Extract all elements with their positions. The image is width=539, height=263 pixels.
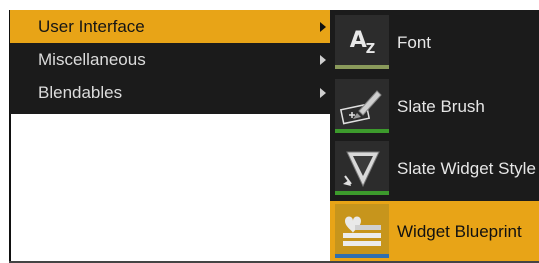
editor-context-menu-area: User Interface Miscellaneous Blendables … (0, 0, 539, 263)
submenu-arrow-icon (320, 22, 326, 32)
menu-item-blendables[interactable]: Blendables (10, 76, 330, 109)
submenu-item-slate-brush[interactable]: Slate Brush (330, 76, 539, 138)
submenu-item-label: Slate Widget Style (397, 159, 536, 178)
submenu-item-label: Widget Blueprint (397, 222, 522, 241)
submenu-item-widget-blueprint[interactable]: Widget Blueprint (330, 201, 539, 263)
menu-item-label: Blendables (38, 83, 123, 102)
submenu-arrow-icon (320, 55, 326, 65)
submenu-arrow-icon (320, 88, 326, 98)
menu-item-miscellaneous[interactable]: Miscellaneous (10, 43, 330, 76)
user-interface-submenu: AZ Font Slate Brush Slate Widget Style W… (330, 10, 539, 263)
font-asset-icon: AZ (335, 15, 389, 69)
submenu-item-font[interactable]: AZ Font (330, 12, 539, 74)
menu-item-user-interface[interactable]: User Interface (10, 10, 330, 43)
asset-category-menu: User Interface Miscellaneous Blendables (10, 10, 330, 114)
menu-item-label: User Interface (38, 17, 145, 36)
submenu-item-label: Font (397, 33, 432, 52)
submenu-item-slate-widget-style[interactable]: Slate Widget Style (330, 138, 539, 200)
slate-widget-style-icon (335, 141, 389, 195)
submenu-item-label: Slate Brush (397, 97, 485, 116)
slate-brush-icon (335, 79, 389, 133)
widget-blueprint-icon (335, 204, 389, 258)
menu-item-label: Miscellaneous (38, 50, 146, 69)
